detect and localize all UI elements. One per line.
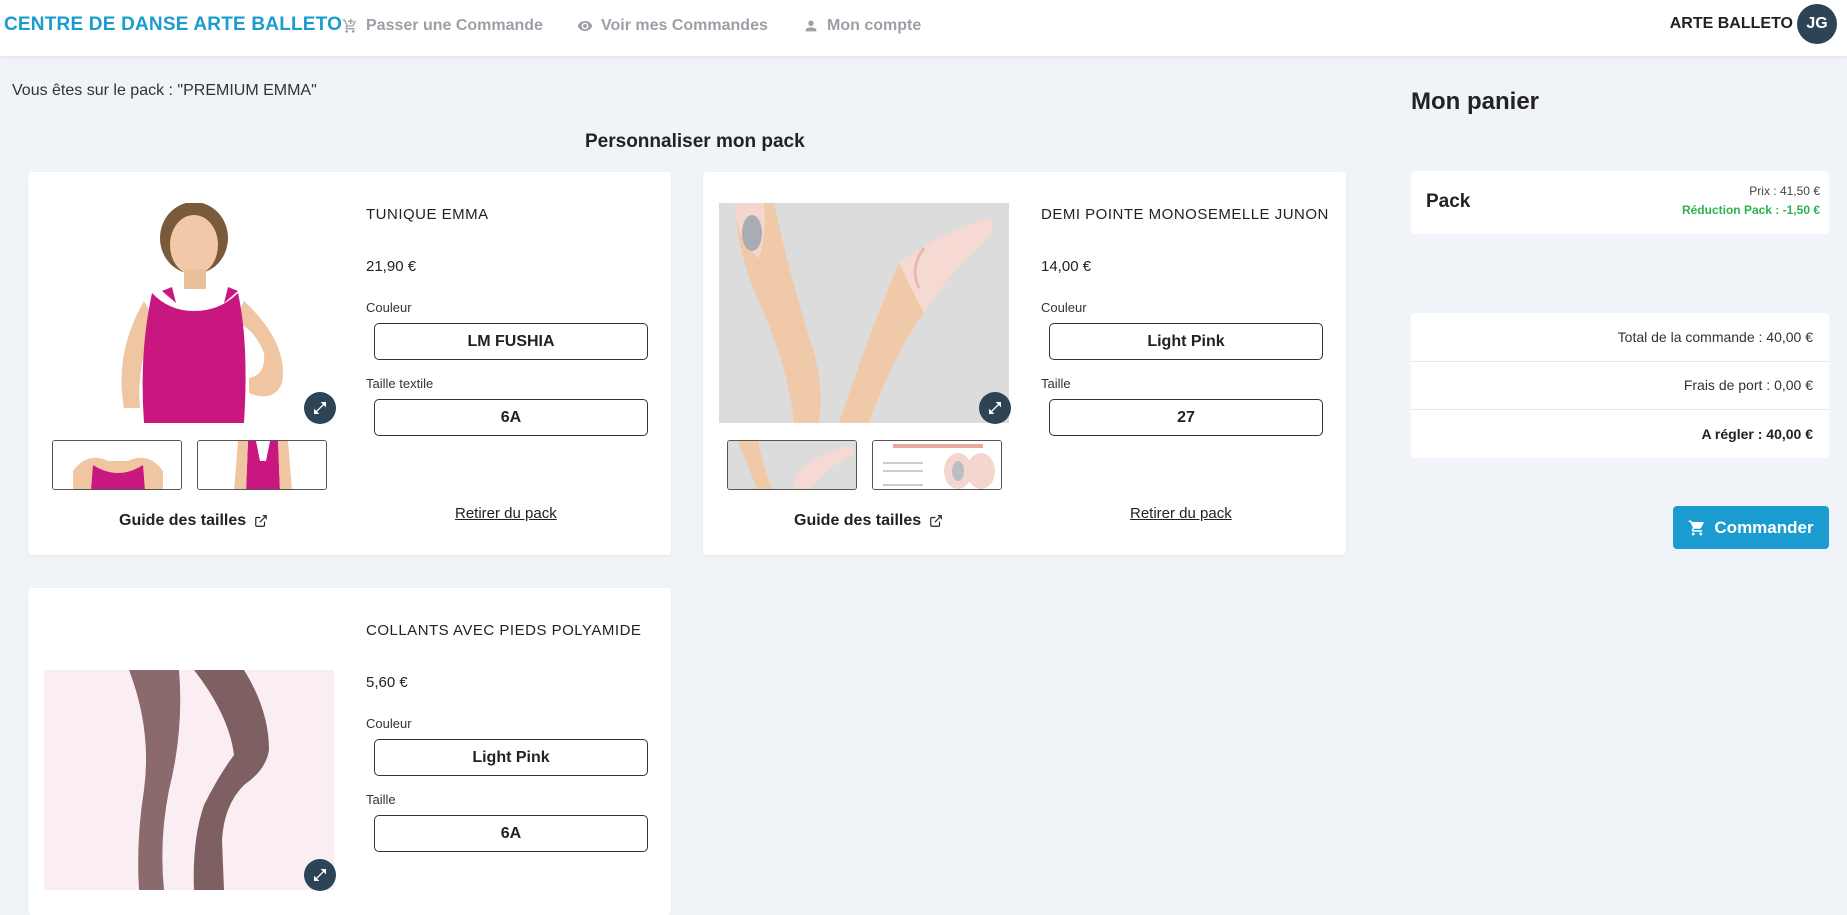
product-name: TUNIQUE EMMA <box>366 206 489 223</box>
expand-icon <box>314 402 326 414</box>
product-price: 21,90 € <box>366 258 417 275</box>
order-total: Total de la commande : 40,00 € <box>1617 329 1813 345</box>
remove-from-pack-link[interactable]: Retirer du pack <box>1130 505 1232 522</box>
product-card-tunique: Guide des tailles TUNIQUE EMMA 21,90 € C… <box>28 172 671 555</box>
size-guide-label: Guide des tailles <box>119 512 247 529</box>
order-button[interactable]: Commander <box>1673 506 1829 549</box>
color-label: Couleur <box>1041 300 1087 315</box>
color-select[interactable]: Light Pink <box>1049 323 1323 360</box>
color-select[interactable]: LM FUSHIA <box>374 323 648 360</box>
cart-totals: Total de la commande : 40,00 € Frais de … <box>1411 313 1829 458</box>
expand-icon <box>314 869 326 881</box>
expand-image-button[interactable] <box>304 392 336 424</box>
nav-label: Voir mes Commandes <box>601 17 768 34</box>
product-card-collants: COLLANTS AVEC PIEDS POLYAMIDE 5,60 € Cou… <box>28 588 671 915</box>
shipping-cost: Frais de port : 0,00 € <box>1683 377 1813 393</box>
section-title: Personnaliser mon pack <box>585 131 805 152</box>
amount-due: A régler : 40,00 € <box>1701 426 1813 442</box>
thumbnail-image <box>873 441 1001 489</box>
cart-add-icon <box>342 18 356 33</box>
external-link-icon <box>255 515 267 527</box>
product-image[interactable] <box>44 670 334 890</box>
size-label: Taille <box>366 792 396 807</box>
thumbnail-image <box>728 441 856 489</box>
nav-voir-commandes[interactable]: Voir mes Commandes <box>577 15 768 37</box>
size-guide-label: Guide des tailles <box>794 512 922 529</box>
user-name: ARTE BALLETO <box>1669 15 1793 32</box>
top-header: CENTRE DE DANSE ARTE BALLETO Passer une … <box>0 0 1847 56</box>
thumbnail-image <box>53 441 181 489</box>
expand-icon <box>989 402 1001 414</box>
thumbnail-1[interactable] <box>52 440 182 490</box>
size-label: Taille <box>1041 376 1071 391</box>
person-icon <box>805 20 817 32</box>
color-label: Couleur <box>366 716 412 731</box>
product-image[interactable] <box>44 203 334 423</box>
ballet-shoes-legs-image <box>719 203 1009 423</box>
size-select[interactable]: 6A <box>374 399 648 436</box>
size-select[interactable]: 27 <box>1049 399 1323 436</box>
avatar[interactable]: JG <box>1797 4 1837 44</box>
thumbnail-1[interactable] <box>727 440 857 490</box>
product-image[interactable] <box>719 203 1009 423</box>
color-select[interactable]: Light Pink <box>374 739 648 776</box>
cart-pack-summary: Pack Prix : 41,50 € Réduction Pack : -1,… <box>1411 171 1829 234</box>
cart-pack-price: Prix : 41,50 € <box>1749 184 1820 198</box>
thumbnail-image <box>198 441 326 489</box>
thumbnail-2[interactable] <box>872 440 1002 490</box>
expand-image-button[interactable] <box>979 392 1011 424</box>
product-card-demi-pointe: Guide des tailles DEMI POINTE MONOSEMELL… <box>703 172 1346 555</box>
cart-pack-discount: Réduction Pack : -1,50 € <box>1681 203 1820 217</box>
order-button-label: Commander <box>1714 517 1814 537</box>
product-price: 5,60 € <box>366 674 408 691</box>
dancer-leotard-image <box>44 203 334 423</box>
size-guide-link[interactable]: Guide des tailles <box>794 512 943 530</box>
nav-passer-commande[interactable]: Passer une Commande <box>342 15 543 37</box>
nav-label: Mon compte <box>827 17 922 34</box>
nav-mon-compte[interactable]: Mon compte <box>803 15 921 37</box>
nav-label: Passer une Commande <box>366 17 543 34</box>
eye-icon <box>577 21 593 31</box>
product-price: 14,00 € <box>1041 258 1092 275</box>
cart-icon <box>1689 520 1705 535</box>
size-label: Taille textile <box>366 376 434 391</box>
product-name: COLLANTS AVEC PIEDS POLYAMIDE <box>366 622 642 639</box>
color-label: Couleur <box>366 300 412 315</box>
cart-pack-label: Pack <box>1426 191 1471 212</box>
current-pack-text: Vous êtes sur le pack : "PREMIUM EMMA" <box>12 82 317 99</box>
size-guide-link[interactable]: Guide des tailles <box>119 512 268 530</box>
expand-image-button[interactable] <box>304 859 336 891</box>
brand-logo-text[interactable]: CENTRE DE DANSE ARTE BALLETO <box>4 14 342 36</box>
external-link-icon <box>930 515 942 527</box>
remove-from-pack-link[interactable]: Retirer du pack <box>455 505 557 522</box>
tights-legs-image <box>44 670 334 890</box>
size-select[interactable]: 6A <box>374 815 648 852</box>
thumbnail-2[interactable] <box>197 440 327 490</box>
product-name: DEMI POINTE MONOSEMELLE JUNON <box>1041 206 1329 223</box>
cart-title: Mon panier <box>1411 88 1540 115</box>
